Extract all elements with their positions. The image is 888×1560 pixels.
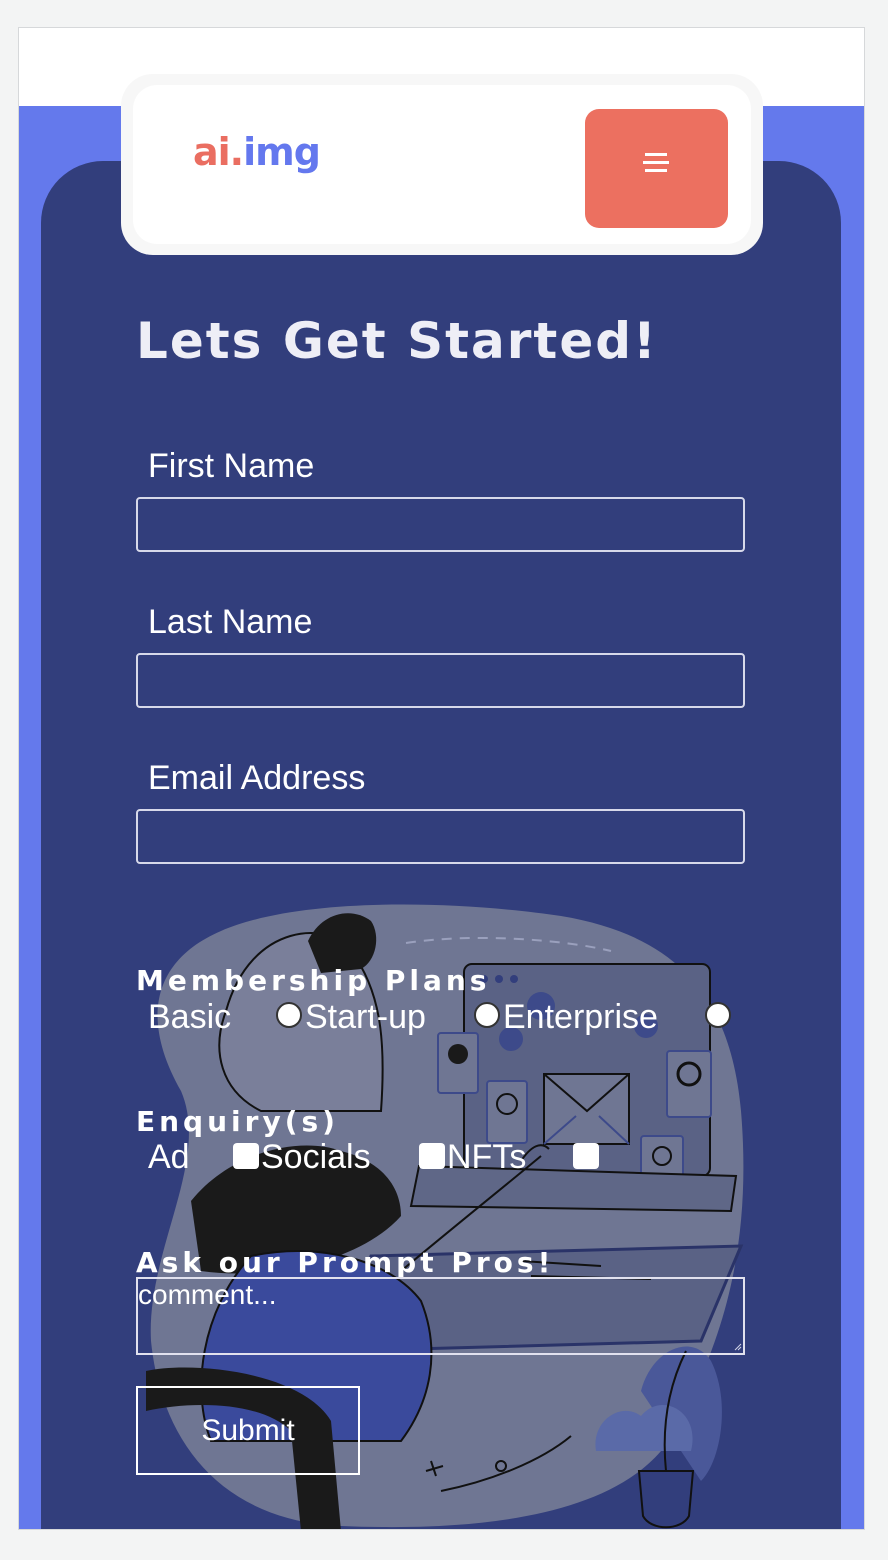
enquiry-ad-label: Ad (148, 1138, 190, 1176)
browser-frame: Lets Get Started! First Name Last Name E… (18, 27, 865, 1530)
logo[interactable]: ai.img (193, 130, 321, 174)
first-name-input[interactable] (136, 497, 745, 552)
last-name-label: Last Name (148, 603, 313, 641)
enquiry-socials-checkbox[interactable] (419, 1143, 445, 1169)
plan-enterprise-label: Enterprise (503, 998, 658, 1036)
page-title: Lets Get Started! (136, 312, 658, 370)
enquiry-ad-checkbox[interactable] (233, 1143, 259, 1169)
email-input[interactable] (136, 809, 745, 864)
signup-panel: Lets Get Started! First Name Last Name E… (41, 161, 841, 1529)
enquiry-nfts-checkbox[interactable] (573, 1143, 599, 1169)
comment-placeholder: comment... (138, 1279, 277, 1310)
enquiry-nfts-label: NFTs (447, 1138, 527, 1176)
email-label: Email Address (148, 759, 366, 797)
navbar: ai.img (121, 74, 763, 255)
logo-ai: ai. (193, 130, 244, 174)
plan-basic-label: Basic (148, 998, 232, 1036)
ask-prompt-pros-label: Ask our Prompt Pros! (136, 1246, 555, 1279)
plan-startup-radio[interactable] (474, 1002, 500, 1028)
menu-button[interactable] (585, 109, 728, 228)
plan-enterprise-radio[interactable] (705, 1002, 731, 1028)
first-name-label: First Name (148, 447, 315, 485)
enquiry-socials-label: Socials (261, 1138, 371, 1176)
membership-plans-label: Membership Plans (136, 964, 491, 997)
navbar-inner: ai.img (133, 85, 751, 244)
logo-img: img (243, 130, 321, 174)
last-name-input[interactable] (136, 653, 745, 708)
plan-startup-label: Start-up (305, 998, 426, 1036)
resize-grip-icon[interactable] (734, 1343, 742, 1351)
submit-button[interactable]: Submit (136, 1386, 360, 1475)
enquiries-label: Enquiry(s) (136, 1105, 339, 1138)
hamburger-menu-icon (643, 153, 669, 173)
plan-basic-radio[interactable] (276, 1002, 302, 1028)
